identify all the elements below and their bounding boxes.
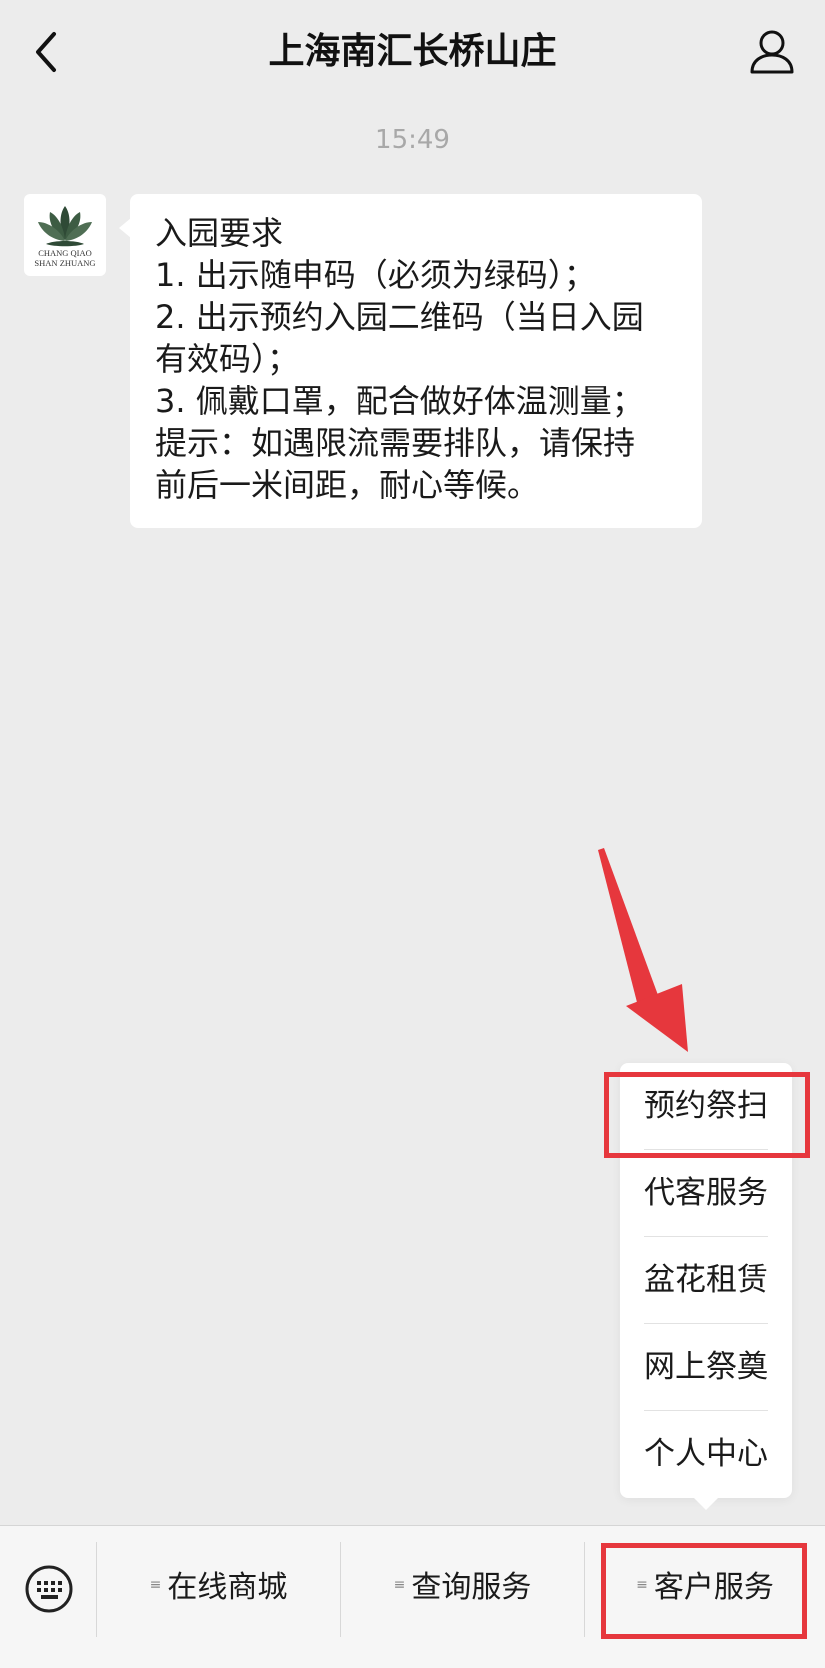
menu-online-mall-button[interactable]: ≡ 在线商城 — [97, 1548, 340, 1628]
submenu-indicator-icon: ≡ — [393, 1576, 406, 1593]
submenu-pointer — [694, 1498, 718, 1510]
submenu-item-flower-rental[interactable]: 盆花租赁 — [644, 1237, 768, 1323]
avatar-caption-line-2: SHAN ZHUANG — [34, 258, 95, 268]
bubble-tail — [119, 218, 131, 238]
message-timestamp: 15:49 — [375, 125, 450, 155]
highlight-box-customer-service — [601, 1543, 807, 1639]
message-line: 提示：如遇限流需要排队，请保持 — [155, 424, 636, 462]
message-bubble[interactable]: 入园要求 1. 出示随申码（必须为绿码）； 2. 出示预约入园二维码（当日入园 … — [119, 194, 702, 528]
message-line: 3. 佩戴口罩，配合做好体温测量； — [155, 382, 644, 420]
submenu-item-online-memorial[interactable]: 网上祭奠 — [644, 1324, 768, 1410]
message-line: 1. 出示随申码（必须为绿码）； — [155, 256, 596, 294]
menu-query-service-button[interactable]: ≡ 查询服务 — [341, 1548, 584, 1628]
message-line: 前后一米间距，耐心等候。 — [155, 466, 540, 504]
message-line: 入园要求 — [155, 214, 284, 252]
lotus-logo-icon — [38, 206, 92, 247]
account-avatar[interactable]: CHANG QIAO SHAN ZHUANG — [24, 194, 106, 276]
menu-online-mall-label: 在线商城 — [167, 1570, 288, 1605]
back-arrow-icon[interactable] — [28, 28, 68, 76]
user-profile-icon[interactable] — [748, 28, 796, 76]
submenu-indicator-icon: ≡ — [149, 1576, 162, 1593]
message-line: 2. 出示预约入园二维码（当日入园 — [155, 298, 644, 336]
keyboard-icon[interactable] — [24, 1564, 74, 1614]
menu-query-service-label: 查询服务 — [411, 1570, 532, 1605]
annotation-arrow-icon — [598, 848, 688, 1052]
page-title: 上海南汇长桥山庄 — [268, 31, 557, 72]
submenu-item-proxy-service[interactable]: 代客服务 — [644, 1150, 768, 1236]
highlight-box-reserve-sweeping — [604, 1072, 810, 1158]
submenu-item-personal-center[interactable]: 个人中心 — [644, 1411, 768, 1497]
message-line: 有效码）； — [155, 340, 300, 378]
top-nav-bar: 上海南汇长桥山庄 — [0, 0, 825, 106]
avatar-caption-line-1: CHANG QIAO — [38, 248, 92, 258]
